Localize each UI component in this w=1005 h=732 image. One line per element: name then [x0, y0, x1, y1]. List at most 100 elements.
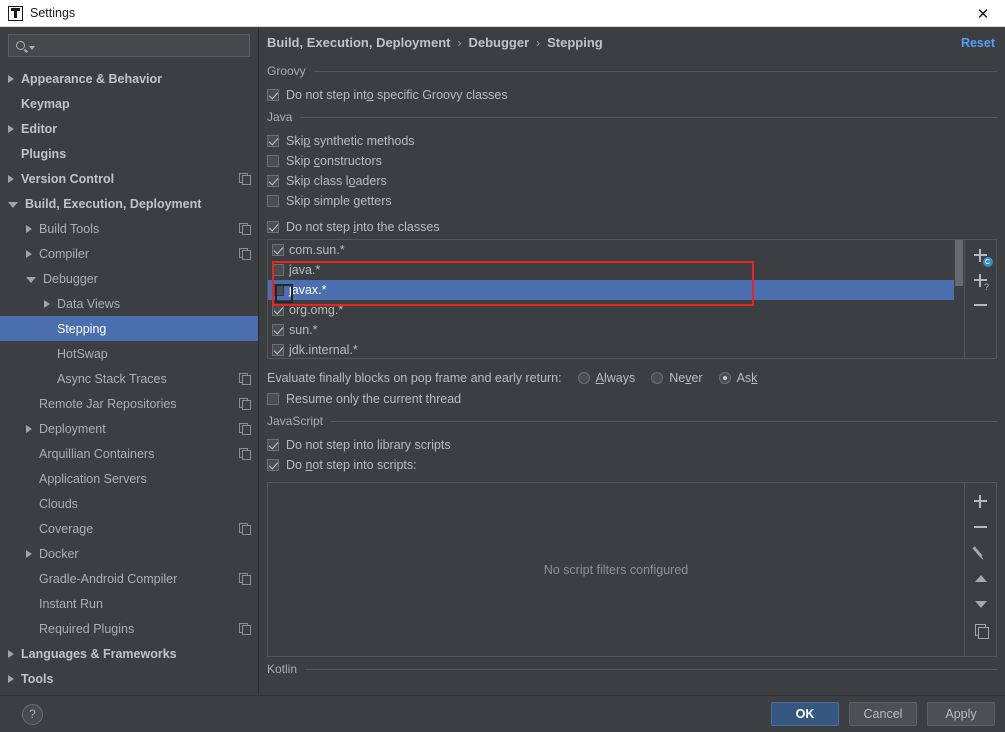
class-filter-checkbox[interactable] — [272, 264, 284, 276]
class-filter-row[interactable]: jdk.internal.* — [268, 340, 964, 358]
resume-only-current-thread-checkbox[interactable]: Resume only the current thread — [267, 389, 997, 408]
sidebar-item-coverage[interactable]: Coverage — [0, 516, 258, 541]
chevron-right-icon[interactable] — [26, 424, 32, 433]
search-box[interactable] — [8, 34, 250, 57]
class-filters-list[interactable]: com.sun.* java.* javax.* org.omg.* sun.* jdk.… — [267, 239, 965, 359]
move-down-button[interactable] — [970, 592, 992, 618]
sidebar-item-deployment[interactable]: Deployment — [0, 416, 258, 441]
do-not-step-into-classes-checkbox[interactable]: Do not step into the classes — [267, 217, 997, 236]
class-filter-checkbox[interactable] — [272, 324, 284, 336]
checkbox[interactable] — [267, 88, 279, 101]
chevron-right-icon[interactable] — [26, 249, 32, 258]
sidebar-item-build-execution-deployment[interactable]: Build, Execution, Deployment — [0, 191, 258, 216]
checkbox[interactable] — [267, 458, 279, 471]
sidebar-item-languages-frameworks[interactable]: Languages & Frameworks — [0, 641, 258, 666]
chevron-down-icon[interactable] — [8, 202, 18, 208]
class-filter-pattern: javax.* — [289, 283, 327, 297]
java-checkbox-0[interactable]: Skip synthetic methods — [267, 131, 997, 150]
checkbox[interactable] — [267, 174, 279, 187]
javascript-checkbox-0[interactable]: Do not step into library scripts — [267, 435, 997, 454]
class-filter-row[interactable]: sun.* — [268, 320, 964, 340]
sidebar-item-application-servers[interactable]: Application Servers — [0, 466, 258, 491]
remove-filter-button[interactable] — [970, 295, 992, 316]
breadcrumb-part-0[interactable]: Build, Execution, Deployment — [267, 35, 450, 50]
checkbox[interactable] — [267, 438, 279, 451]
checkbox[interactable] — [267, 392, 279, 405]
chevron-right-icon[interactable] — [8, 74, 14, 83]
scrollbar-thumb[interactable] — [955, 240, 963, 286]
sidebar-item-async-stack-traces[interactable]: Async Stack Traces — [0, 366, 258, 391]
sidebar-item-required-plugins[interactable]: Required Plugins — [0, 616, 258, 641]
sidebar-item-plugins[interactable]: Plugins — [0, 141, 258, 166]
script-filters-panel[interactable]: No script filters configured — [267, 482, 965, 657]
class-filter-checkbox[interactable] — [272, 344, 284, 356]
copy-settings-icon — [239, 223, 251, 235]
add-script-filter-button[interactable] — [970, 488, 992, 514]
checkbox[interactable] — [267, 194, 279, 207]
chevron-right-icon[interactable] — [26, 224, 32, 233]
breadcrumb: Build, Execution, Deployment › Debugger … — [259, 27, 1005, 58]
groovy-checkbox-0[interactable]: Do not step into specific Groovy classes — [267, 85, 997, 104]
chevron-right-icon[interactable] — [44, 299, 50, 308]
java-checkbox-1[interactable]: Skip constructors — [267, 151, 997, 170]
sidebar-item-hotswap[interactable]: HotSwap — [0, 341, 258, 366]
sidebar-item-arquillian-containers[interactable]: Arquillian Containers — [0, 441, 258, 466]
copy-script-filter-button[interactable] — [970, 618, 992, 644]
class-filters-scrollbar[interactable] — [954, 240, 964, 358]
class-filter-pattern: java.* — [289, 263, 321, 277]
java-checkbox-3[interactable]: Skip simple getters — [267, 191, 997, 210]
class-filter-row[interactable]: com.sun.* — [268, 240, 964, 260]
class-filter-checkbox[interactable] — [272, 304, 284, 316]
chevron-right-icon[interactable] — [8, 674, 14, 683]
checkbox[interactable] — [267, 220, 279, 233]
radio-always[interactable] — [577, 372, 590, 384]
sidebar-item-debugger[interactable]: Debugger — [0, 266, 258, 291]
sidebar-item-editor[interactable]: Editor — [0, 116, 258, 141]
sidebar-item-data-views[interactable]: Data Views — [0, 291, 258, 316]
sidebar-item-appearance-behavior[interactable]: Appearance & Behavior — [0, 66, 258, 91]
breadcrumb-part-1[interactable]: Debugger — [468, 35, 529, 50]
add-pattern-filter-button[interactable]: ? — [970, 270, 992, 292]
class-filter-row[interactable]: javax.* — [268, 280, 964, 300]
close-icon[interactable]: ✕ — [961, 0, 1005, 27]
remove-script-filter-button[interactable] — [970, 514, 992, 540]
checkbox[interactable] — [267, 134, 279, 147]
sidebar-item-tools[interactable]: Tools — [0, 666, 258, 691]
class-filter-checkbox[interactable] — [272, 244, 284, 256]
javascript-checkbox-1[interactable]: Do not step into scripts: — [267, 455, 997, 474]
sidebar-item-docker[interactable]: Docker — [0, 541, 258, 566]
apply-button[interactable]: Apply — [927, 702, 995, 726]
sidebar-item-remote-jar-repositories[interactable]: Remote Jar Repositories — [0, 391, 258, 416]
sidebar-item-build-tools[interactable]: Build Tools — [0, 216, 258, 241]
chevron-down-icon[interactable] — [26, 277, 36, 283]
class-filter-row[interactable]: java.* — [268, 260, 964, 280]
sidebar-item-gradle-android-compiler[interactable]: Gradle-Android Compiler — [0, 566, 258, 591]
radio-never[interactable] — [651, 372, 664, 384]
edit-script-filter-button[interactable] — [970, 540, 992, 566]
java-checkbox-2[interactable]: Skip class loaders — [267, 171, 997, 190]
ok-button[interactable]: OK — [771, 702, 839, 726]
minus-icon — [973, 526, 987, 528]
sidebar-item-stepping[interactable]: Stepping — [0, 316, 258, 341]
settings-sidebar: Appearance & Behavior Keymap Editor Plugins… — [0, 27, 259, 695]
sidebar-item-clouds[interactable]: Clouds — [0, 491, 258, 516]
radio-ask[interactable] — [718, 372, 731, 384]
class-filter-row[interactable]: org.omg.* — [268, 300, 964, 320]
cancel-button[interactable]: Cancel — [849, 702, 917, 726]
sidebar-item-instant-run[interactable]: Instant Run — [0, 591, 258, 616]
sidebar-item-compiler[interactable]: Compiler — [0, 241, 258, 266]
add-class-filter-button[interactable]: C — [970, 245, 993, 267]
chevron-right-icon[interactable] — [8, 174, 14, 183]
class-filter-checkbox[interactable] — [272, 284, 284, 296]
sidebar-item-version-control[interactable]: Version Control — [0, 166, 258, 191]
reset-link[interactable]: Reset — [961, 36, 995, 50]
checkbox[interactable] — [267, 154, 279, 167]
search-input[interactable] — [35, 37, 249, 54]
chevron-right-icon[interactable] — [26, 549, 32, 558]
help-button[interactable]: ? — [22, 703, 43, 725]
settings-tree[interactable]: Appearance & Behavior Keymap Editor Plugins… — [0, 62, 258, 695]
chevron-right-icon[interactable] — [8, 124, 14, 133]
chevron-right-icon[interactable] — [8, 649, 14, 658]
move-up-button[interactable] — [970, 566, 992, 592]
sidebar-item-keymap[interactable]: Keymap — [0, 91, 258, 116]
